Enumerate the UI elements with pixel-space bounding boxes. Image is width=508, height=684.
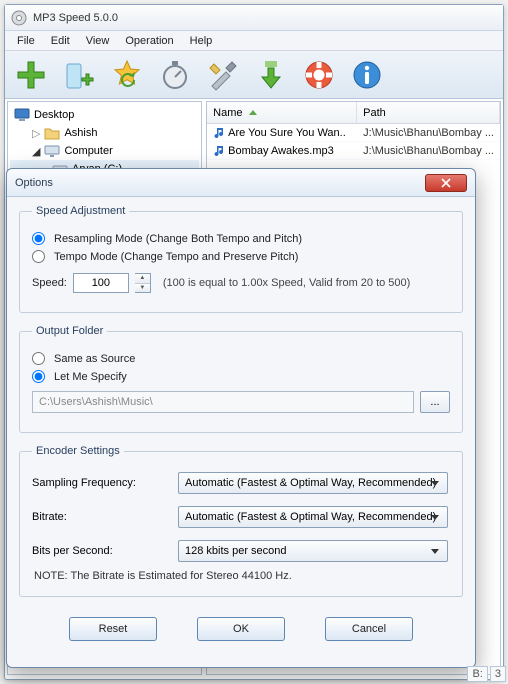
let-me-specify-label: Let Me Specify	[54, 371, 127, 383]
bits-per-second-label: Bits per Second:	[32, 545, 172, 557]
speed-adjustment-legend: Speed Adjustment	[32, 205, 129, 217]
tree-item-label: Ashish	[64, 127, 97, 139]
close-button[interactable]	[425, 174, 467, 192]
column-name-label: Name	[213, 107, 242, 119]
same-as-source-label: Same as Source	[54, 353, 135, 365]
collapse-icon[interactable]: ◢	[32, 145, 40, 158]
menu-file[interactable]: File	[9, 33, 43, 49]
menu-help[interactable]: Help	[182, 33, 221, 49]
column-path[interactable]: Path	[357, 102, 500, 123]
window-title: MP3 Speed 5.0.0	[33, 12, 118, 24]
app-icon	[11, 10, 27, 26]
bitrate-combo[interactable]: Automatic (Fastest & Optimal Way, Recomm…	[178, 506, 448, 528]
let-me-specify-radio[interactable]	[32, 370, 45, 383]
speed-input[interactable]	[73, 273, 129, 293]
menu-bar: File Edit View Operation Help	[5, 31, 503, 51]
same-as-source-radio[interactable]	[32, 352, 45, 365]
menu-edit[interactable]: Edit	[43, 33, 78, 49]
speed-spinner[interactable]: ▲ ▼	[135, 273, 151, 293]
status-bar-fragment: B: 3	[467, 666, 506, 682]
bitrate-label: Bitrate:	[32, 511, 172, 523]
dialog-title-bar: Options	[7, 169, 475, 197]
bits-per-second-combo[interactable]: 128 kbits per second	[178, 540, 448, 562]
encoder-settings-group: Encoder Settings Sampling Frequency: Aut…	[19, 445, 463, 597]
menu-operation[interactable]: Operation	[117, 33, 181, 49]
tree-item-label: Computer	[64, 145, 112, 157]
add-folder-button[interactable]	[57, 54, 101, 96]
column-path-label: Path	[363, 107, 386, 119]
dialog-body: Speed Adjustment Resampling Mode (Change…	[7, 197, 475, 667]
speed-adjustment-group: Speed Adjustment Resampling Mode (Change…	[19, 205, 463, 313]
list-header: Name Path	[207, 102, 500, 124]
folder-icon	[44, 126, 60, 140]
tree-root[interactable]: Desktop	[10, 106, 199, 124]
spin-down-icon[interactable]: ▼	[135, 284, 150, 293]
status-3: 3	[490, 666, 506, 682]
list-item[interactable]: Bombay Awakes.mp3 J:\Music\Bhanu\Bombay …	[207, 142, 500, 160]
help-lifebuoy-button[interactable]	[297, 54, 341, 96]
dialog-title: Options	[15, 177, 425, 189]
output-folder-group: Output Folder Same as Source Let Me Spec…	[19, 325, 463, 433]
add-file-button[interactable]	[9, 54, 53, 96]
star-refresh-icon	[110, 58, 144, 92]
file-name: Are You Sure You Wan..	[228, 127, 346, 139]
bitrate-value: Automatic (Fastest & Optimal Way, Recomm…	[185, 511, 436, 523]
title-bar: MP3 Speed 5.0.0	[5, 5, 503, 31]
reset-button[interactable]: Reset	[69, 617, 157, 641]
output-folder-legend: Output Folder	[32, 325, 107, 337]
tools-button[interactable]	[201, 54, 245, 96]
info-button[interactable]	[345, 54, 389, 96]
info-icon	[350, 58, 384, 92]
resampling-label: Resampling Mode (Change Both Tempo and P…	[54, 233, 302, 245]
sampling-frequency-value: Automatic (Fastest & Optimal Way, Recomm…	[185, 477, 436, 489]
star-refresh-button[interactable]	[105, 54, 149, 96]
tempo-label: Tempo Mode (Change Tempo and Preserve Pi…	[54, 251, 298, 263]
status-b: B:	[467, 666, 487, 682]
list-item[interactable]: Are You Sure You Wan.. J:\Music\Bhanu\Bo…	[207, 124, 500, 142]
cancel-button[interactable]: Cancel	[325, 617, 413, 641]
music-note-icon	[213, 127, 225, 139]
browse-button[interactable]: ...	[420, 391, 450, 413]
stopwatch-icon	[158, 58, 192, 92]
sampling-frequency-label: Sampling Frequency:	[32, 477, 172, 489]
download-button[interactable]	[249, 54, 293, 96]
toolbar	[5, 51, 503, 99]
speed-label: Speed:	[32, 277, 67, 289]
options-dialog: Options Speed Adjustment Resampling Mode…	[6, 168, 476, 668]
tree-root-label: Desktop	[34, 109, 74, 121]
bits-per-second-value: 128 kbits per second	[185, 545, 287, 557]
output-path-input[interactable]	[32, 391, 414, 413]
spin-up-icon[interactable]: ▲	[135, 274, 150, 284]
close-icon	[441, 178, 451, 188]
speed-hint: (100 is equal to 1.00x Speed, Valid from…	[163, 277, 410, 289]
desktop-icon	[14, 108, 30, 122]
resampling-radio[interactable]	[32, 232, 45, 245]
sampling-frequency-combo[interactable]: Automatic (Fastest & Optimal Way, Recomm…	[178, 472, 448, 494]
stopwatch-button[interactable]	[153, 54, 197, 96]
encoder-note: NOTE: The Bitrate is Estimated for Stere…	[34, 570, 448, 582]
tree-item-computer[interactable]: ◢ Computer	[10, 142, 199, 160]
download-arrow-icon	[254, 58, 288, 92]
dialog-buttons: Reset OK Cancel	[19, 609, 463, 655]
expand-icon[interactable]: ▷	[32, 127, 40, 140]
column-name[interactable]: Name	[207, 102, 357, 123]
tree-item-ashish[interactable]: ▷ Ashish	[10, 124, 199, 142]
ok-button[interactable]: OK	[197, 617, 285, 641]
file-path: J:\Music\Bhanu\Bombay ...	[357, 145, 500, 157]
folder-plus-icon	[62, 58, 96, 92]
file-path: J:\Music\Bhanu\Bombay ...	[357, 127, 500, 139]
tempo-radio[interactable]	[32, 250, 45, 263]
sort-arrow-icon	[249, 110, 257, 115]
tools-icon	[206, 58, 240, 92]
encoder-settings-legend: Encoder Settings	[32, 445, 124, 457]
menu-view[interactable]: View	[78, 33, 118, 49]
file-name: Bombay Awakes.mp3	[228, 145, 334, 157]
browse-label: ...	[430, 396, 439, 408]
computer-icon	[44, 144, 60, 158]
plus-icon	[14, 58, 48, 92]
lifebuoy-icon	[302, 58, 336, 92]
music-note-icon	[213, 145, 225, 157]
